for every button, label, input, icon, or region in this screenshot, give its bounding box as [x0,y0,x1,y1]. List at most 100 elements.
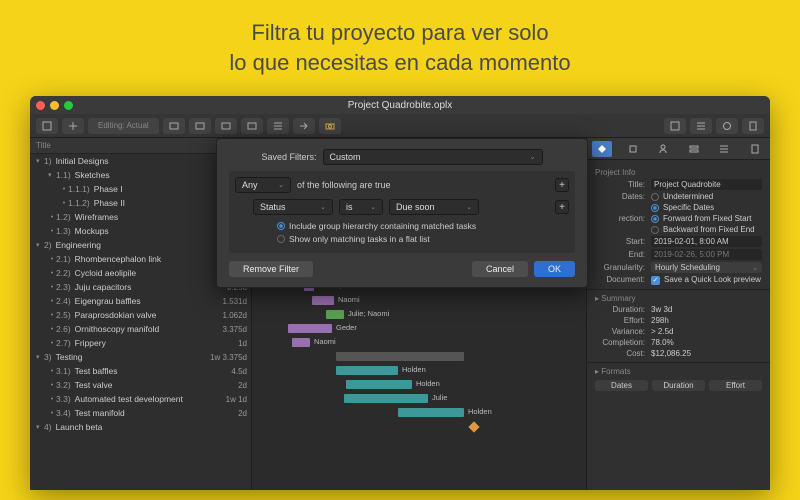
outline-row[interactable]: •2.5)Paraprosdokian valve1.062d [30,308,251,322]
format-duration-button[interactable]: Duration [652,380,705,391]
gantt-bar[interactable] [336,366,398,375]
inspector-tab-attachments[interactable] [745,141,765,157]
bullet-icon: • [48,326,56,333]
outline-row[interactable]: •2.6)Ornithoscopy manifold3.375d [30,322,251,336]
radio-undetermined[interactable] [651,193,659,201]
granularity-dropdown[interactable]: Hourly Scheduling⌄ [651,262,762,273]
outline-row[interactable]: •3.4)Test manifold2d [30,406,251,420]
outline-label: Phase II [94,198,125,208]
gantt-bar[interactable] [292,338,310,347]
bullet-icon: • [60,186,68,193]
inspector-tab-styles[interactable] [684,141,704,157]
outline-duration: 2d [238,409,247,418]
toolbar-button-2[interactable] [189,118,211,134]
disclosure-triangle-icon[interactable]: ▾ [36,157,44,165]
bullet-icon: • [48,382,56,389]
format-effort-button[interactable]: Effort [709,380,762,391]
gantt-bar[interactable] [346,380,412,389]
outline-label: Wireframes [75,212,118,222]
outline-label: Frippery [75,338,106,348]
catch-up-button[interactable] [293,118,315,134]
inspector-button-4[interactable] [742,118,764,134]
add-task-button[interactable] [62,118,84,134]
toolbar-button-4[interactable] [241,118,263,134]
outline-number: 2.6) [56,324,71,334]
project-title-field[interactable]: Project Quadrobite [651,179,762,190]
bullet-icon: • [48,284,56,291]
outline-label: Test manifold [75,408,125,418]
ok-button[interactable]: OK [534,261,575,277]
cancel-button[interactable]: Cancel [472,261,528,277]
view-mode-button[interactable] [36,118,58,134]
gantt-bar[interactable] [326,310,344,319]
milestone-diamond[interactable] [468,421,479,432]
add-condition-button[interactable]: + [555,200,569,214]
disclosure-triangle-icon[interactable]: ▾ [36,423,44,431]
summary-duration: 3w 3d [651,305,762,314]
summary-completion: 78.0% [651,338,762,347]
disclosure-triangle-icon[interactable]: ▾ [36,353,44,361]
field-label: End: [595,250,645,259]
inspector-tab-resources[interactable] [653,141,673,157]
radio-flat-list[interactable] [277,235,285,243]
gantt-bar[interactable] [312,296,334,305]
quicklook-checkbox[interactable]: ✓ [651,276,660,285]
radio-label: Specific Dates [663,203,714,212]
gantt-bar[interactable] [288,324,332,333]
radio-include-hierarchy[interactable] [277,222,285,230]
inspector-button-1[interactable] [664,118,686,134]
outline-number: 2) [44,240,52,250]
toolbar-button-1[interactable] [163,118,185,134]
rule-field-dropdown[interactable]: Status⌄ [253,199,333,215]
outline-duration: 1d [238,339,247,348]
rule-value-dropdown[interactable]: Due soon⌄ [389,199,479,215]
rule-op-dropdown[interactable]: is⌄ [339,199,383,215]
outline-label: Initial Designs [56,156,109,166]
editing-mode-button[interactable]: Editing: Actual [88,118,159,134]
gantt-group-bar[interactable] [336,352,464,361]
outline-row[interactable]: •2.7)Frippery1d [30,336,251,350]
outline-row[interactable]: •2.4)Eigengrau baffles1.531d [30,294,251,308]
inspector-tab-info[interactable] [592,141,612,157]
outline-label: Juju capacitors [75,282,132,292]
inspector-tab-milestones[interactable] [623,141,643,157]
toolbar-button-5[interactable] [267,118,289,134]
saved-filters-dropdown[interactable]: Custom⌄ [323,149,543,165]
outline-row[interactable]: ▾4)Launch beta [30,420,251,434]
outline-row[interactable]: •3.2)Test valve2d [30,378,251,392]
match-mode-dropdown[interactable]: Any⌄ [235,177,291,193]
window-titlebar: Project Quadrobite.oplx [30,96,770,114]
end-date-field[interactable]: 2019-02-26, 5:00 PM [651,249,762,260]
disclosure-triangle-icon[interactable]: ▾ [36,241,44,249]
field-label: Completion: [595,338,645,347]
add-rule-button[interactable]: + [555,178,569,192]
gantt-bar[interactable] [344,394,428,403]
field-label: Variance: [595,327,645,336]
format-dates-button[interactable]: Dates [595,380,648,391]
toolbar-button-3[interactable] [215,118,237,134]
radio-label: Include group hierarchy containing match… [289,221,476,231]
outline-number: 2.1) [56,254,71,264]
inspector-button-2[interactable] [690,118,712,134]
camera-button[interactable] [319,118,341,134]
inspector-button-3[interactable] [716,118,738,134]
field-label: Title: [595,180,645,189]
remove-filter-button[interactable]: Remove Filter [229,261,313,277]
outline-label: Engineering [56,240,101,250]
gantt-assignee: Julie [432,393,447,402]
outline-row[interactable]: •3.3)Automated test development1w 1d [30,392,251,406]
radio-specific[interactable] [651,204,659,212]
disclosure-triangle-icon[interactable]: ▾ [48,171,56,179]
summary-cost: $12,086.25 [651,349,762,358]
gantt-bar[interactable] [398,408,464,417]
radio-forward[interactable] [651,215,659,223]
radio-backward[interactable] [651,226,659,234]
outline-row[interactable]: •3.1)Test baffles4.5d [30,364,251,378]
saved-filters-label: Saved Filters: [261,152,316,162]
inspector-tab-custom[interactable] [714,141,734,157]
outline-row[interactable]: ▾3)Testing1w 3.375d [30,350,251,364]
start-date-field[interactable]: 2019-02-01, 8:00 AM [651,236,762,247]
gantt-assignee: Holden [416,379,440,388]
field-label: Start: [595,237,645,246]
radio-label: Undetermined [663,192,713,201]
